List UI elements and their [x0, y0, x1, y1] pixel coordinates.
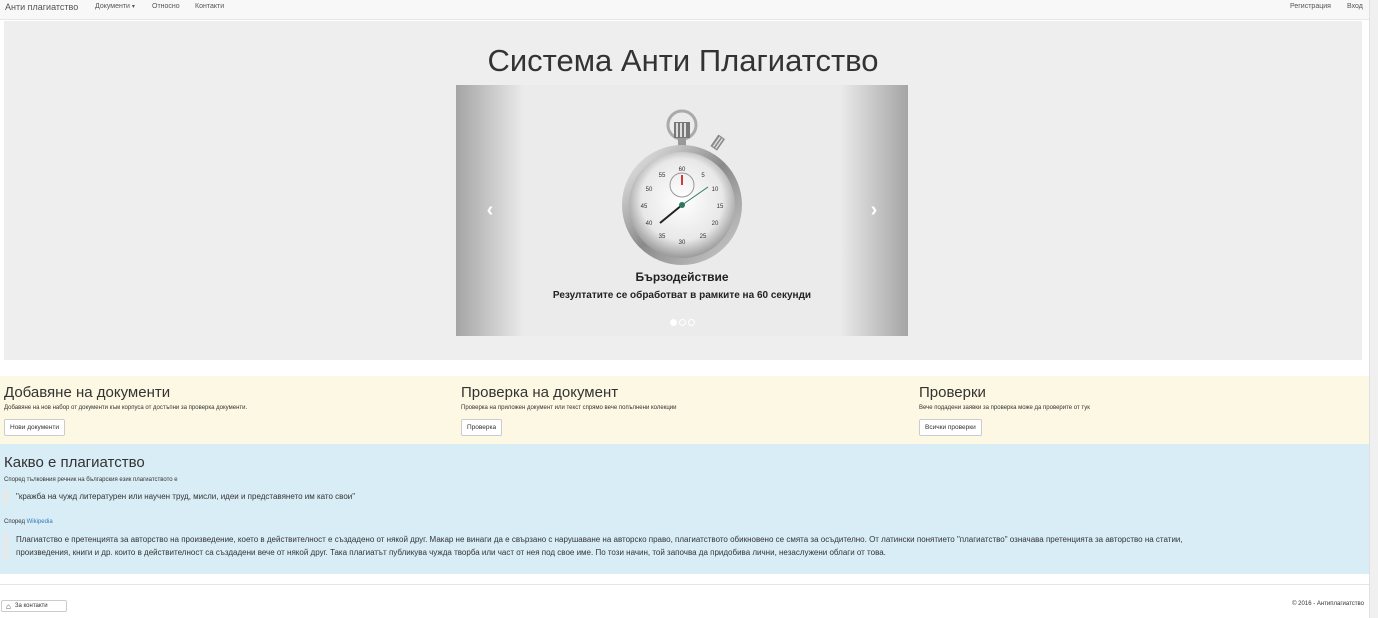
dial-label-50: 50: [646, 187, 653, 193]
nav-documents-dropdown[interactable]: Документи ▾: [95, 3, 135, 10]
dial-label-30: 30: [679, 240, 686, 246]
wiki-quote-line: произведения, книги и др. които в действ…: [16, 548, 886, 557]
page-title: Система Анти Плагиатство: [487, 43, 879, 78]
copyright: © 2016 - Антиплагиатство: [1292, 601, 1364, 607]
dial-label-20: 20: [712, 221, 719, 227]
feature-title: Проверки: [919, 384, 986, 401]
wikipedia-link[interactable]: Wikipedia: [27, 519, 53, 525]
feature-description: Проверка на приложен документ или текст …: [461, 405, 677, 411]
chevron-right-icon: ›: [870, 199, 878, 221]
dial-label-40: 40: [646, 221, 653, 227]
feature-title: Проверка на документ: [461, 384, 619, 401]
carousel-indicator[interactable]: [669, 319, 677, 326]
dial-label-60: 60: [679, 167, 686, 173]
dial-label-45: 45: [641, 204, 648, 210]
navbar: Анти плагиатство Документи ▾ Относно Кон…: [0, 0, 1370, 20]
feature-description: Добавяне на нов набор от документи към к…: [4, 405, 248, 411]
nav-documents-label: Документи: [95, 3, 130, 10]
wiki-quote: Плагиатство е претенцията за авторство н…: [4, 533, 1336, 559]
dial-label-35: 35: [659, 234, 666, 240]
nav-about[interactable]: Относно: [152, 3, 180, 10]
feature-check-document: Проверка на документ Проверка на приложе…: [461, 384, 676, 436]
feature-add-documents: Добавяне на документи Добавяне на нов на…: [4, 384, 247, 436]
home-icon: ⌂: [6, 601, 11, 611]
carousel-caption-title: Бързодействие: [635, 270, 729, 284]
carousel-indicators: [456, 313, 908, 331]
carousel-indicator[interactable]: [678, 319, 686, 326]
dial-label-55: 55: [659, 173, 666, 179]
chevron-left-icon: ‹: [486, 199, 494, 221]
caret-down-icon: ▾: [131, 4, 135, 10]
wiki-quote-line: Плагиатство е претенцията за авторство н…: [16, 535, 1183, 544]
contacts-button-label: За контакти: [14, 603, 48, 609]
carousel-indicator[interactable]: [687, 319, 695, 326]
jumbotron: Система Анти Плагиатство 5 10 15 20 25 3…: [4, 21, 1362, 360]
feature-description: Вече подадени заявки за проверка може да…: [919, 405, 1090, 411]
features-section: Добавяне на документи Добавяне на нов на…: [0, 376, 1370, 444]
nav-register[interactable]: Регистрация: [1290, 3, 1331, 10]
nav-login[interactable]: Вход: [1347, 3, 1363, 10]
feature-title: Добавяне на документи: [4, 384, 171, 401]
section-title: Какво е плагиатство: [4, 454, 145, 471]
footer-divider: [0, 584, 1370, 585]
nav-contacts[interactable]: Контакти: [195, 3, 224, 10]
dictionary-quote: "кражба на чужд литературен или научен т…: [4, 490, 355, 504]
contacts-button[interactable]: ⌂ За контакти: [1, 600, 67, 612]
carousel: 5 10 15 20 25 30 35 40 45 50 55 60 ‹ › Б…: [456, 85, 908, 336]
feature-checks: Проверки Вече подадени заявки за проверк…: [919, 384, 1090, 436]
dictionary-intro: Според тълковния речник на българския ез…: [4, 477, 178, 483]
check-button[interactable]: Проверка: [461, 419, 503, 436]
new-documents-button[interactable]: Нови документи: [4, 419, 65, 436]
brand-link[interactable]: Анти плагиатство: [5, 2, 78, 12]
carousel-caption-text: Резултатите се обработват в рамките на 6…: [552, 290, 812, 301]
stopwatch-image: 5 10 15 20 25 30 35 40 45 50 55 60: [622, 109, 742, 265]
scrollbar[interactable]: [1369, 0, 1378, 618]
dial-label-25: 25: [700, 234, 707, 240]
dial-label-10: 10: [712, 187, 719, 193]
all-checks-button[interactable]: Всички проверки: [919, 419, 982, 436]
info-section: Какво е плагиатство Според тълковния реч…: [0, 444, 1370, 574]
wiki-source: Според Wikipedia: [4, 519, 53, 525]
dial-label-15: 15: [717, 204, 724, 210]
wiki-prefix: Според: [4, 519, 25, 525]
